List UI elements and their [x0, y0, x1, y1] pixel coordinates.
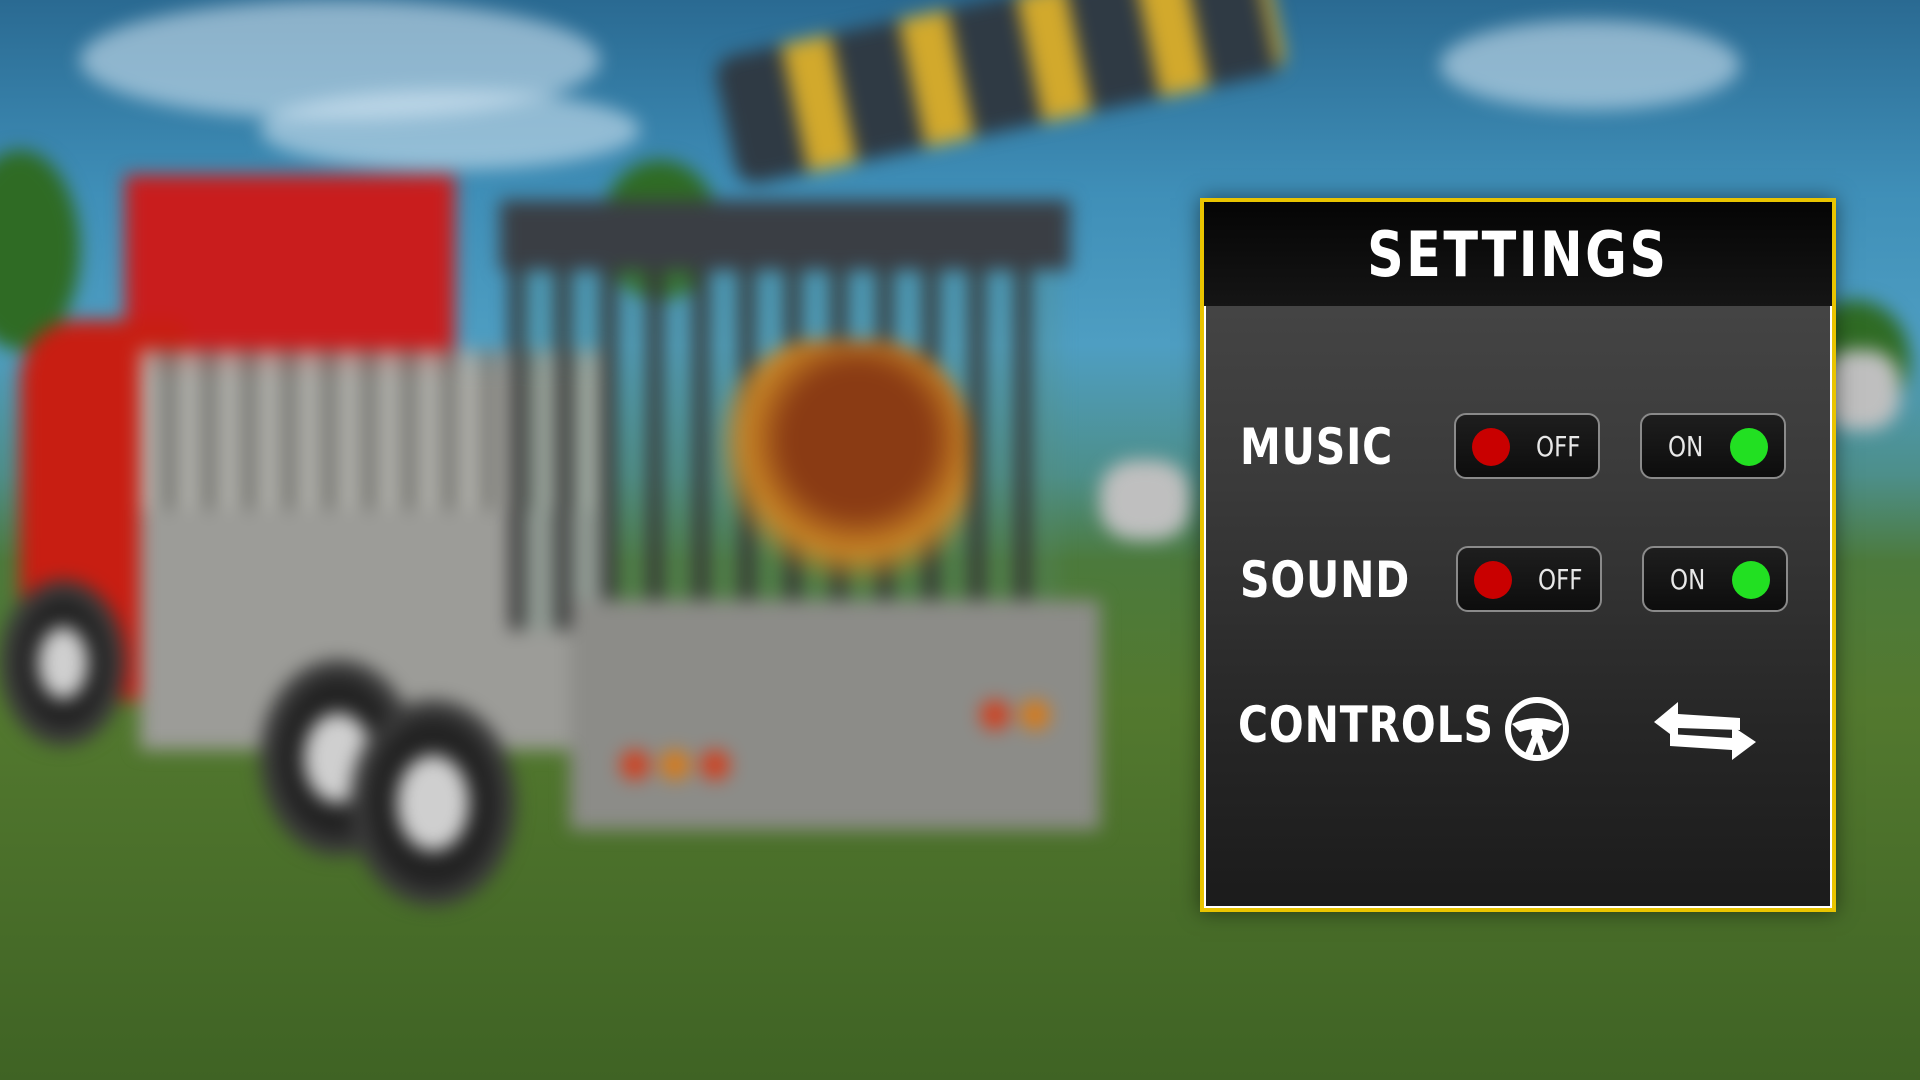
music-off-button[interactable]: OFF	[1454, 413, 1600, 479]
settings-title: SETTINGS	[1367, 217, 1669, 291]
off-indicator-icon	[1474, 561, 1512, 599]
sound-label: SOUND	[1240, 551, 1411, 609]
music-on-button[interactable]: ON	[1640, 413, 1786, 479]
on-indicator-icon	[1732, 561, 1770, 599]
sound-off-label: OFF	[1538, 563, 1583, 596]
swap-arrows-icon	[1654, 702, 1756, 760]
sound-on-label: ON	[1670, 563, 1706, 596]
music-label: MUSIC	[1240, 418, 1394, 476]
swap-controls-button[interactable]	[1650, 696, 1760, 766]
music-off-label: OFF	[1536, 430, 1581, 463]
steering-wheel-icon	[1505, 697, 1569, 761]
sound-off-button[interactable]: OFF	[1456, 546, 1602, 612]
settings-header: SETTINGS	[1204, 202, 1832, 306]
on-indicator-icon	[1730, 428, 1768, 466]
sound-on-button[interactable]: ON	[1642, 546, 1788, 612]
steering-wheel-button[interactable]	[1502, 694, 1572, 764]
music-on-label: ON	[1668, 430, 1704, 463]
controls-label: CONTROLS	[1238, 696, 1494, 754]
settings-panel: SETTINGS MUSIC OFF ON SOUND OFF ON CONTR…	[1200, 198, 1836, 912]
off-indicator-icon	[1472, 428, 1510, 466]
